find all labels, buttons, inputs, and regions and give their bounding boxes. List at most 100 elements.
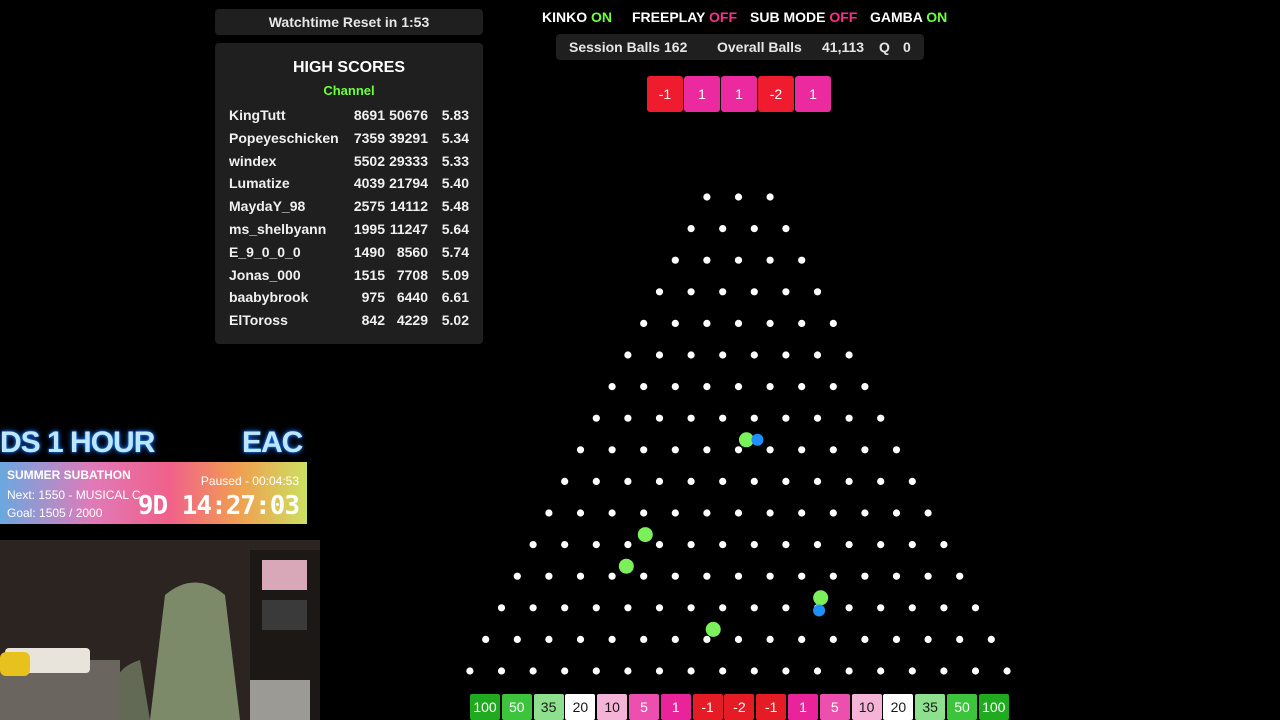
peg [924, 572, 932, 580]
queue-label: Q [879, 39, 890, 55]
papers [250, 680, 310, 720]
peg [750, 288, 758, 296]
payout-slot: 35 [533, 694, 564, 720]
subathon-status: Paused - 00:04:53 [200, 474, 299, 488]
peg [671, 319, 679, 327]
peg [561, 604, 569, 612]
peg [592, 477, 600, 485]
peg [813, 288, 822, 296]
peg [798, 509, 806, 517]
score-b: 14112 [389, 198, 428, 215]
peg [671, 509, 679, 517]
score-a: 7359 [353, 129, 385, 146]
peg [845, 541, 853, 549]
peg [687, 604, 695, 612]
peg [766, 256, 774, 264]
player-name: ms_shelbyann [229, 221, 327, 237]
player-name: Jonas_000 [229, 266, 301, 283]
subathon-timer: 9D 14:27:03 [137, 491, 300, 521]
score-avg: 5.02 [441, 312, 469, 329]
score-a: 8691 [353, 107, 385, 123]
payout-slot: 50 [501, 694, 532, 720]
high-score-row: ms_shelbyann 1995 11247 5.64 [229, 221, 469, 241]
peg [782, 667, 790, 675]
recent-result: -2 [758, 76, 794, 112]
peg [529, 667, 537, 675]
peg [861, 446, 869, 454]
ball [637, 527, 653, 543]
peg [703, 256, 711, 264]
peg [766, 319, 774, 327]
peg [734, 383, 743, 391]
ball [738, 432, 754, 448]
peg [719, 477, 727, 485]
peg [655, 288, 664, 296]
peg [813, 604, 822, 612]
peg [829, 572, 837, 580]
peg [576, 635, 585, 644]
peg [924, 509, 932, 517]
peg [687, 351, 695, 359]
webcam-feed [0, 540, 320, 720]
peg [482, 635, 490, 644]
peg [608, 635, 616, 644]
player-name: ElToross [229, 312, 288, 329]
peg [655, 477, 664, 485]
payout-slot: 50 [947, 694, 977, 720]
peg [608, 572, 616, 580]
subathon-next: Next: 1550 - MUSICAL C [7, 488, 141, 502]
toggle-label: KINKO [542, 9, 588, 25]
ball [751, 433, 764, 446]
toggle-state: OFF [709, 9, 738, 25]
peg [576, 509, 585, 517]
shelf-item [262, 560, 307, 590]
peg [829, 383, 837, 391]
score-b: 7708 [396, 266, 428, 283]
peg [687, 225, 695, 233]
session-balls-label: Session Balls [569, 39, 661, 55]
peg [624, 541, 632, 549]
score-a: 2575 [353, 198, 385, 215]
peg [687, 414, 695, 422]
overall-balls-value: 41,113 [822, 39, 865, 55]
peg [750, 541, 758, 549]
peg [592, 414, 600, 422]
peg [734, 256, 743, 264]
recent-result: 1 [721, 76, 757, 112]
peg [877, 604, 885, 612]
toggle-kinko: KINKO ON [542, 9, 612, 27]
high-score-row: ElToross 842 4229 5.02 [229, 312, 469, 332]
peg [608, 509, 616, 517]
peg [845, 667, 853, 675]
peg [956, 635, 964, 644]
peg [877, 667, 885, 675]
player-name: MaydaY_98 [229, 198, 306, 215]
payout-slot: -1 [756, 694, 787, 720]
peg [734, 319, 743, 327]
peg [845, 604, 853, 612]
peg [766, 446, 774, 454]
peg [798, 635, 806, 644]
peg [719, 541, 727, 549]
player-name: KingTutt [229, 107, 286, 123]
peg [813, 414, 822, 422]
peg [861, 572, 869, 580]
peg [892, 635, 901, 644]
peg [734, 572, 743, 580]
shelf-item [262, 600, 307, 630]
peg [513, 635, 521, 644]
peg [497, 667, 506, 675]
high-score-row: Lumatize 4039 21794 5.40 [229, 175, 469, 195]
payout-slot: -1 [692, 694, 723, 720]
ball-stats-bar: Session Balls 162 Overall Balls 41,113 Q… [556, 34, 924, 60]
peg [719, 288, 727, 296]
peg [513, 572, 521, 580]
peg [703, 446, 711, 454]
peg [687, 541, 695, 549]
score-b: 6440 [396, 289, 428, 306]
high-score-row: MaydaY_98 2575 14112 5.48 [229, 198, 469, 218]
high-scores-subtitle: Channel [323, 83, 375, 98]
payout-slot: 1 [788, 694, 818, 720]
ball [705, 621, 721, 637]
player-name: Popeyeschicken [229, 129, 339, 146]
